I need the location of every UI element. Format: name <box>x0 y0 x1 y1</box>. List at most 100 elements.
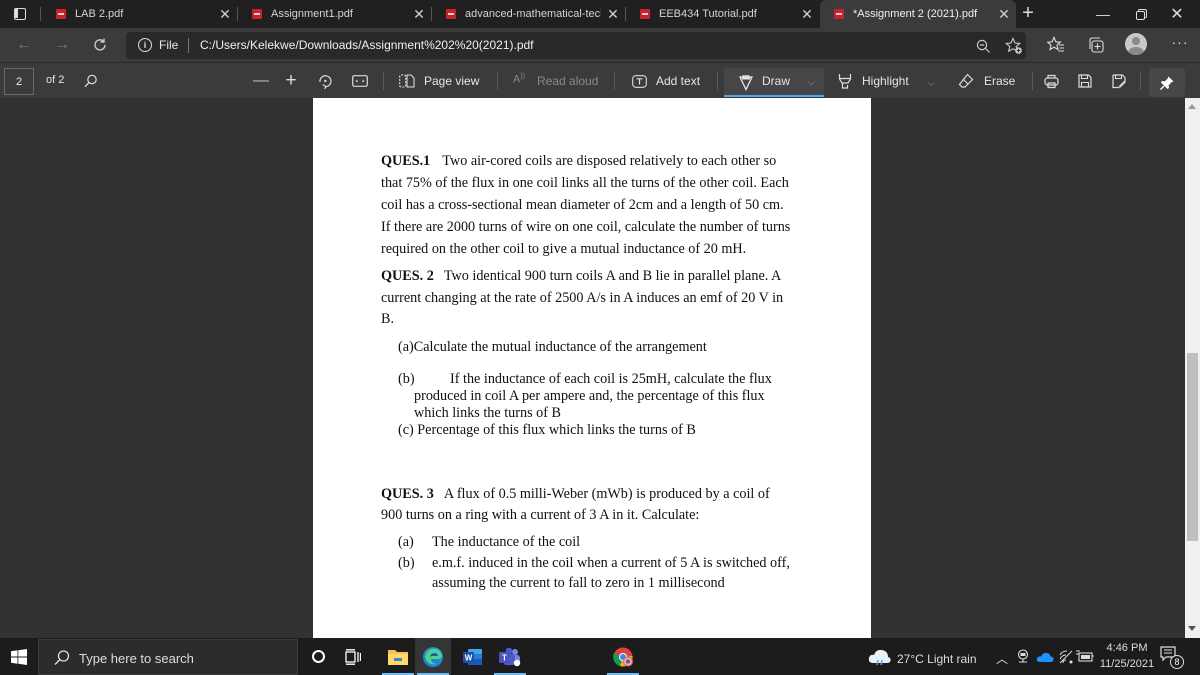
battery-charging-icon[interactable] <box>1076 650 1094 662</box>
highlight-button[interactable]: Highlight <box>862 74 909 88</box>
refresh-button[interactable] <box>86 32 114 58</box>
site-info-icon[interactable]: i <box>138 38 152 52</box>
pdf-toolbar: 2 of 2 — + Page view A)) Read aloud Add … <box>0 62 1200 98</box>
save-as-button[interactable] <box>1110 71 1128 91</box>
question-1-text: that 75% of the flux in one coil links a… <box>381 175 789 191</box>
save-button[interactable] <box>1076 71 1094 91</box>
tab-close-button[interactable]: ✕ <box>601 6 625 23</box>
task-view-button[interactable] <box>335 638 371 675</box>
word-icon: W <box>463 648 482 665</box>
scheme-label: File <box>159 38 179 52</box>
tab-close-button[interactable]: ✕ <box>213 6 237 23</box>
pdf-file-icon <box>834 9 844 19</box>
edge-icon <box>423 646 443 667</box>
erase-button[interactable]: Erase <box>984 74 1015 88</box>
tab-close-button[interactable]: ✕ <box>407 6 431 23</box>
draw-button[interactable]: Draw ⌵ <box>724 68 824 97</box>
question-1-text: required on the other coil to give a mut… <box>381 241 747 257</box>
profile-avatar[interactable] <box>1125 33 1147 55</box>
question-3-part-b-label: (b) <box>398 555 415 571</box>
file-explorer-app[interactable] <box>380 638 416 675</box>
task-view-icon <box>345 648 361 665</box>
favorites-icon[interactable] <box>1045 34 1067 56</box>
teams-app[interactable]: T <box>492 638 528 675</box>
wifi-icon[interactable] <box>1059 650 1073 664</box>
question-1-text: Two air-cored coils are disposed relativ… <box>442 153 777 169</box>
tab-advanced-mathematical[interactable]: advanced-mathematical-tech ✕ <box>432 0 625 28</box>
vertical-scrollbar[interactable] <box>1185 98 1200 638</box>
tab-close-button[interactable]: ✕ <box>992 6 1016 23</box>
draw-options-chevron-icon[interactable]: ⌵ <box>808 77 815 88</box>
draw-label: Draw <box>762 74 791 88</box>
scroll-down-arrow-icon[interactable] <box>1188 626 1196 631</box>
page-view-button[interactable]: Page view <box>424 74 479 88</box>
zoom-in-button[interactable]: + <box>282 70 300 91</box>
tab-lab2[interactable]: LAB 2.pdf ✕ <box>42 0 237 28</box>
collections-icon[interactable] <box>1085 34 1107 56</box>
highlight-icon <box>836 71 854 91</box>
highlight-options-chevron-icon[interactable]: ⌵ <box>928 78 935 89</box>
scroll-up-arrow-icon[interactable] <box>1188 104 1196 109</box>
restore-icon <box>1135 8 1147 20</box>
draw-pen-icon <box>738 75 754 91</box>
question-2-part-b-label: (b) <box>398 371 415 387</box>
forward-button[interactable]: → <box>48 32 76 58</box>
pin-icon <box>1160 76 1174 90</box>
start-button[interactable] <box>0 638 38 675</box>
question-1-heading: QUES.1 <box>381 153 431 169</box>
chrome-app[interactable] <box>605 638 641 675</box>
folder-icon <box>388 650 408 665</box>
question-1-text: If there are 2000 turns of wire on one c… <box>381 219 791 235</box>
eraser-icon <box>957 71 975 91</box>
action-center-button[interactable]: 8 <box>1160 646 1188 672</box>
tab-assignment1[interactable]: Assignment1.pdf ✕ <box>238 0 431 28</box>
back-button[interactable]: ← <box>10 32 38 58</box>
taskbar-search-box[interactable]: Type here to search <box>38 639 298 675</box>
new-tab-button[interactable]: + <box>1016 2 1040 26</box>
close-window-button[interactable]: ✕ <box>1154 0 1200 28</box>
settings-more-button[interactable]: ··· <box>1168 33 1192 55</box>
zoom-out-icon[interactable] <box>974 37 992 55</box>
word-app[interactable]: W <box>455 638 491 675</box>
svg-text:T: T <box>502 653 507 662</box>
teams-icon: T <box>499 647 521 666</box>
add-text-button[interactable]: Add text <box>656 74 700 88</box>
pdf-file-icon <box>446 9 456 19</box>
chrome-icon <box>613 647 633 667</box>
show-hidden-icons-button[interactable]: ︿ <box>996 650 1008 667</box>
rotate-icon <box>319 75 332 89</box>
tab-eeb434-tutorial[interactable]: EEB434 Tutorial.pdf ✕ <box>626 0 819 28</box>
question-3-text: 900 turns on a ring with a current of 3 … <box>381 507 700 523</box>
read-aloud-button[interactable]: Read aloud <box>537 74 598 88</box>
add-favorite-icon[interactable] <box>1004 36 1024 56</box>
scrollbar-thumb[interactable] <box>1187 353 1198 541</box>
find-icon[interactable] <box>82 71 100 91</box>
navigation-bar: ← → i File C:/Users/Kelekwe/Downloads/As… <box>0 28 1200 62</box>
address-divider <box>188 38 189 53</box>
rotate-button[interactable] <box>316 71 334 91</box>
meet-now-icon[interactable] <box>1017 649 1029 665</box>
tab-assignment2[interactable]: *Assignment 2 (2021).pdf ✕ <box>820 0 1016 28</box>
pdf-file-icon <box>252 9 262 19</box>
cortana-button[interactable] <box>300 638 336 675</box>
print-button[interactable] <box>1042 71 1060 91</box>
windows-taskbar: Type here to search W T 27°C Light rain … <box>0 638 1200 675</box>
url-text[interactable]: C:/Users/Kelekwe/Downloads/Assignment%20… <box>200 38 534 52</box>
address-bar[interactable]: i File C:/Users/Kelekwe/Downloads/Assign… <box>126 32 1026 59</box>
fit-to-width-button[interactable] <box>350 71 370 91</box>
zoom-out-button[interactable]: — <box>252 71 270 91</box>
clock[interactable]: 4:46 PM 11/25/2021 <box>1098 641 1156 672</box>
fit-width-icon <box>352 75 368 87</box>
tab-actions-icon[interactable] <box>14 8 26 20</box>
edge-browser-app[interactable] <box>415 638 451 675</box>
question-3-part-a-label: (a) <box>398 534 414 550</box>
onedrive-icon[interactable] <box>1036 651 1054 663</box>
pin-toolbar-button[interactable] <box>1149 68 1185 97</box>
weather-widget[interactable]: 27°C Light rain <box>897 652 977 666</box>
question-2-text: current changing at the rate of 2500 A/s… <box>381 290 784 306</box>
page-number-input[interactable]: 2 <box>4 68 34 95</box>
cortana-icon <box>311 650 325 663</box>
notification-count-badge: 8 <box>1170 655 1184 669</box>
page-count-label: of 2 <box>46 74 65 86</box>
tab-close-button[interactable]: ✕ <box>795 6 819 23</box>
